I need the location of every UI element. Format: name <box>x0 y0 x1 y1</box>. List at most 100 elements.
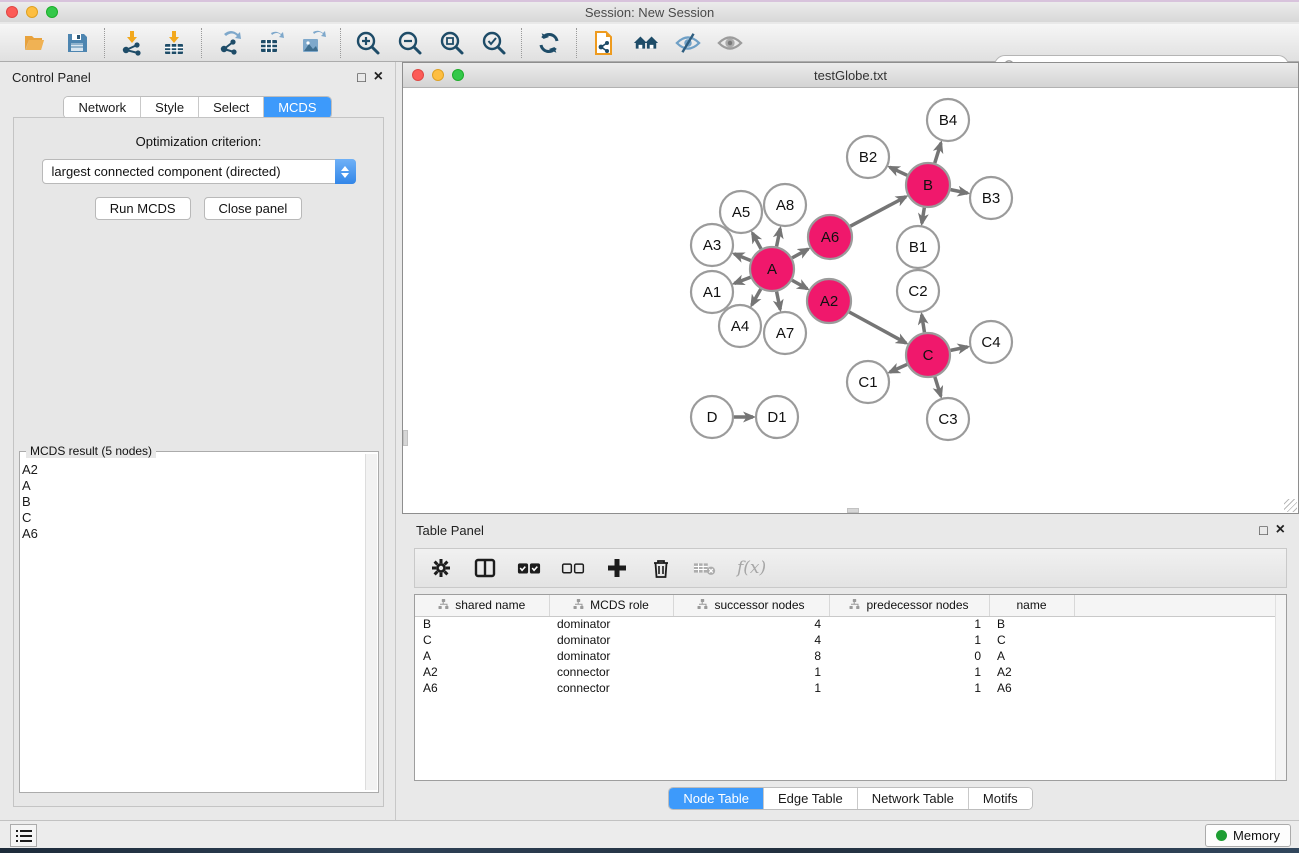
unselect-all-columns-icon[interactable] <box>561 556 585 580</box>
edge-A-A6[interactable] <box>792 249 808 258</box>
table-cell[interactable]: dominator <box>549 632 673 648</box>
mcds-result-item[interactable]: A <box>22 478 364 494</box>
vertical-scroll-indicator[interactable] <box>403 430 408 446</box>
table-cell[interactable]: 4 <box>673 616 829 632</box>
minimize-window-button[interactable] <box>26 6 38 18</box>
tab-network-table[interactable]: Network Table <box>858 788 969 809</box>
table-cell[interactable]: B <box>989 616 1074 632</box>
table-cell[interactable]: B <box>415 616 549 632</box>
zoom-fit-icon[interactable] <box>439 30 465 56</box>
table-cell[interactable]: 1 <box>673 664 829 680</box>
mcds-result-item[interactable]: B <box>22 494 364 510</box>
edge-B-B4[interactable] <box>935 143 941 163</box>
tab-node-table[interactable]: Node Table <box>669 788 764 809</box>
column-header-successor-nodes[interactable]: successor nodes <box>673 595 829 616</box>
edge-B-B2[interactable] <box>890 167 907 175</box>
zoom-window-button[interactable] <box>46 6 58 18</box>
network-zoom-button[interactable] <box>452 69 464 81</box>
add-column-icon[interactable] <box>605 556 629 580</box>
float-panel-icon[interactable]: □ <box>357 70 365 84</box>
show-details-icon[interactable] <box>717 30 743 56</box>
table-cell[interactable]: C <box>989 632 1074 648</box>
zoom-in-icon[interactable] <box>355 30 381 56</box>
network-window-titlebar[interactable]: testGlobe.txt <box>403 63 1298 88</box>
tab-edge-table[interactable]: Edge Table <box>764 788 858 809</box>
tab-style[interactable]: Style <box>141 97 199 118</box>
edge-A-A4[interactable] <box>752 289 761 305</box>
save-icon[interactable] <box>64 30 90 56</box>
tab-motifs[interactable]: Motifs <box>969 788 1032 809</box>
open-folder-icon[interactable] <box>22 30 48 56</box>
table-cell[interactable]: 8 <box>673 648 829 664</box>
edge-A-A2[interactable] <box>792 280 807 289</box>
refresh-icon[interactable] <box>536 30 562 56</box>
tab-mcds[interactable]: MCDS <box>264 97 330 118</box>
tab-network[interactable]: Network <box>64 97 141 118</box>
close-panel-button[interactable]: Close panel <box>204 197 303 220</box>
mcds-result-scrollbar[interactable] <box>365 454 377 790</box>
table-cell[interactable]: A6 <box>989 680 1074 696</box>
edge-B-B3[interactable] <box>951 190 968 194</box>
edge-A-A5[interactable] <box>752 233 761 249</box>
table-cell[interactable]: 1 <box>829 664 989 680</box>
float-table-panel-icon[interactable]: □ <box>1259 523 1267 537</box>
column-header-shared-name[interactable]: shared name <box>415 595 549 616</box>
table-row[interactable]: A6connector11A6 <box>415 680 1286 696</box>
column-header-MCDS-role[interactable]: MCDS role <box>549 595 673 616</box>
column-header-name[interactable]: name <box>989 595 1074 616</box>
column-header-predecessor-nodes[interactable]: predecessor nodes <box>829 595 989 616</box>
delete-table-icon[interactable] <box>693 556 717 580</box>
network-close-button[interactable] <box>412 69 424 81</box>
network-canvas[interactable]: B4B2BB3A5A8A6A3AB1A1A2C2A4A7C4CC1DD1C3 <box>403 88 1298 513</box>
delete-column-icon[interactable] <box>649 556 673 580</box>
mcds-result-item[interactable]: C <box>22 510 364 526</box>
table-settings-icon[interactable] <box>429 556 453 580</box>
node-table-grid[interactable]: shared nameMCDS rolesuccessor nodesprede… <box>415 595 1286 696</box>
task-history-button[interactable] <box>10 824 37 847</box>
table-cell[interactable]: C <box>415 632 549 648</box>
edge-C-C3[interactable] <box>935 377 941 396</box>
mcds-result-list[interactable]: A2ABCA6 <box>22 454 364 790</box>
network-document-icon[interactable] <box>591 30 617 56</box>
close-panel-icon[interactable]: × <box>374 69 383 85</box>
import-network-icon[interactable] <box>119 30 145 56</box>
edge-A6-B[interactable] <box>850 197 906 227</box>
table-cell[interactable]: A <box>989 648 1074 664</box>
mcds-result-item[interactable]: A2 <box>22 462 364 478</box>
table-cell[interactable]: connector <box>549 680 673 696</box>
zoom-selected-icon[interactable] <box>481 30 507 56</box>
table-cell[interactable]: 0 <box>829 648 989 664</box>
zoom-out-icon[interactable] <box>397 30 423 56</box>
hide-details-icon[interactable] <box>675 30 701 56</box>
edge-A-A7[interactable] <box>777 292 781 310</box>
criterion-dropdown[interactable]: largest connected component (directed) <box>42 159 356 184</box>
network-graph[interactable]: B4B2BB3A5A8A6A3AB1A1A2C2A4A7C4CC1DD1C3 <box>403 88 1298 513</box>
table-cell[interactable]: 1 <box>829 632 989 648</box>
table-cell[interactable]: connector <box>549 664 673 680</box>
export-image-icon[interactable] <box>300 30 326 56</box>
table-cell[interactable]: A2 <box>989 664 1074 680</box>
edge-A-A3[interactable] <box>734 254 750 261</box>
close-window-button[interactable] <box>6 6 18 18</box>
export-table-icon[interactable] <box>258 30 284 56</box>
table-cell[interactable]: dominator <box>549 616 673 632</box>
table-row[interactable]: Bdominator41B <box>415 616 1286 632</box>
table-cell[interactable]: 1 <box>829 680 989 696</box>
function-builder-icon[interactable]: f(x) <box>737 558 766 578</box>
memory-button[interactable]: Memory <box>1205 824 1291 847</box>
column-layout-icon[interactable] <box>473 556 497 580</box>
table-row[interactable]: Cdominator41C <box>415 632 1286 648</box>
edge-A-A8[interactable] <box>777 229 781 247</box>
table-cell[interactable]: A2 <box>415 664 549 680</box>
run-mcds-button[interactable]: Run MCDS <box>95 197 191 220</box>
edge-A-A1[interactable] <box>734 277 750 283</box>
close-table-panel-icon[interactable]: × <box>1276 522 1285 538</box>
table-row[interactable]: A2connector11A2 <box>415 664 1286 680</box>
edge-B-B1[interactable] <box>922 208 925 224</box>
table-cell[interactable]: dominator <box>549 648 673 664</box>
horizontal-scroll-indicator[interactable] <box>847 508 859 513</box>
home-network-icon[interactable] <box>633 30 659 56</box>
table-scrollbar[interactable] <box>1275 595 1286 780</box>
select-all-columns-icon[interactable] <box>517 556 541 580</box>
import-table-icon[interactable] <box>161 30 187 56</box>
